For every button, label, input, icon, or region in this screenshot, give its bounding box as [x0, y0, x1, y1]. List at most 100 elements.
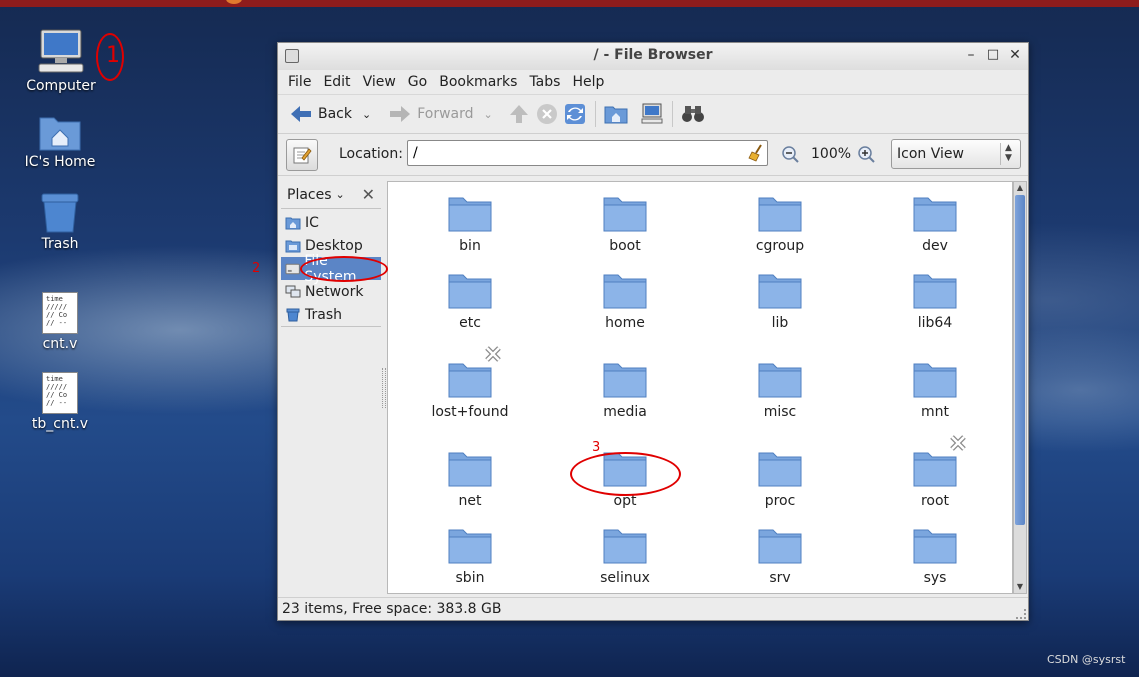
folder-srv[interactable]: srv: [725, 526, 835, 586]
forward-button[interactable]: Forward ⌄: [385, 99, 497, 129]
sidebar-item-label: Network: [305, 283, 364, 300]
folder-name: srv: [769, 570, 791, 586]
zoom-out-icon: [782, 146, 799, 163]
folder-bin[interactable]: bin: [415, 194, 525, 254]
folder-icon: [448, 529, 492, 564]
desktop-icon-tb-cnt-v[interactable]: time ///// // Co // -- tb_cnt.v: [10, 372, 110, 432]
vertical-scrollbar[interactable]: ▲ ▼: [1013, 181, 1027, 594]
chevron-down-icon[interactable]: ⌄: [484, 108, 493, 121]
folder-lost-found[interactable]: lost+found: [415, 360, 525, 420]
menu-view[interactable]: View: [357, 74, 402, 90]
view-mode-select[interactable]: Icon View ▲ ▼: [891, 139, 1021, 169]
folder-lib64[interactable]: lib64: [880, 271, 990, 331]
sidebar-item-network[interactable]: Network: [281, 280, 381, 303]
folder-icon: [603, 529, 647, 564]
scroll-down-icon[interactable]: ▼: [1014, 581, 1026, 593]
folder-icon: [603, 197, 647, 232]
desktop-icon-label: Computer: [26, 78, 96, 94]
desktop-folder-icon: [285, 240, 301, 252]
icon-view: bin boot cgroup dev etc home lib lib64 l…: [387, 181, 1013, 594]
menu-help[interactable]: Help: [566, 74, 610, 90]
scroll-up-icon[interactable]: ▲: [1014, 182, 1026, 194]
thumb-line: /////: [46, 383, 68, 391]
folder-media[interactable]: media: [570, 360, 680, 420]
title-bar[interactable]: / - File Browser – □ ✕: [278, 43, 1028, 70]
up-arrow-icon: [509, 105, 528, 123]
folder-name: dev: [922, 238, 948, 254]
view-mode-value: Icon View: [897, 146, 964, 162]
location-input[interactable]: [407, 140, 768, 166]
folder-root[interactable]: root: [880, 449, 990, 509]
menu-bookmarks[interactable]: Bookmarks: [433, 74, 523, 90]
home-button[interactable]: [602, 99, 630, 129]
close-sidebar-icon[interactable]: ✕: [362, 185, 375, 204]
maximize-button[interactable]: □: [984, 46, 1002, 64]
folder-icon: [913, 274, 957, 309]
folder-name: bin: [459, 238, 481, 254]
scrollbar-thumb[interactable]: [1015, 195, 1025, 525]
folder-cgroup[interactable]: cgroup: [725, 194, 835, 254]
places-header-label: Places: [287, 186, 332, 203]
stop-button[interactable]: [533, 99, 561, 129]
broom-icon: [748, 144, 762, 162]
folder-icon: [448, 274, 492, 309]
zoom-in-button[interactable]: [858, 146, 875, 167]
folder-icon: [448, 197, 492, 232]
sidebar-item-trash[interactable]: Trash: [281, 303, 381, 326]
places-header[interactable]: Places ⌄ ✕: [281, 181, 381, 209]
folder-selinux[interactable]: selinux: [570, 526, 680, 586]
computer-button[interactable]: [638, 99, 666, 129]
minimize-button[interactable]: –: [962, 46, 980, 64]
folder-misc[interactable]: misc: [725, 360, 835, 420]
folder-icon: [758, 529, 802, 564]
pane-resize-handle[interactable]: [382, 368, 386, 408]
folder-home[interactable]: home: [570, 271, 680, 331]
reload-button[interactable]: [561, 99, 589, 129]
thumb-line: // Co: [46, 391, 68, 399]
thumb-line: time: [46, 375, 63, 383]
toolbar-separator: [671, 101, 673, 127]
toolbar: Back ⌄ Forward ⌄: [278, 94, 1028, 134]
edit-location-icon: [293, 147, 312, 164]
menu-tabs[interactable]: Tabs: [523, 74, 566, 90]
desktop-icon-home[interactable]: IC's Home: [10, 112, 110, 170]
top-panel: [0, 0, 1139, 7]
desktop-icon-trash[interactable]: Trash: [10, 192, 110, 252]
resize-grip[interactable]: [1016, 609, 1026, 619]
folder-name: sys: [923, 570, 947, 586]
folder-sbin[interactable]: sbin: [415, 526, 525, 586]
location-toggle-button[interactable]: [286, 139, 318, 171]
sidebar-item-ic[interactable]: IC: [281, 211, 381, 234]
menu-go[interactable]: Go: [402, 74, 433, 90]
watermark: CSDN @sysrst: [1047, 653, 1126, 666]
thumb-line: /////: [46, 303, 68, 311]
folder-net[interactable]: net: [415, 449, 525, 509]
updown-arrows-icon: ▲ ▼: [1000, 143, 1016, 165]
chevron-down-icon[interactable]: ⌄: [362, 108, 371, 121]
folder-name: lib64: [917, 315, 953, 331]
search-button[interactable]: [679, 99, 707, 129]
drive-icon: [285, 263, 300, 274]
zoom-out-button[interactable]: [782, 146, 799, 167]
folder-lib[interactable]: lib: [725, 271, 835, 331]
back-button[interactable]: Back ⌄: [286, 99, 375, 129]
menu-bar: File Edit View Go Bookmarks Tabs Help: [278, 70, 1028, 94]
folder-etc[interactable]: etc: [415, 271, 525, 331]
desktop-icon-cnt-v[interactable]: time ///// // Co // -- cnt.v: [10, 292, 110, 352]
up-button[interactable]: [505, 99, 533, 129]
menu-file[interactable]: File: [282, 74, 317, 90]
folder-sys[interactable]: sys: [880, 526, 990, 586]
computer-icon: [641, 103, 663, 124]
folder-proc[interactable]: proc: [725, 449, 835, 509]
folder-icon: [448, 452, 492, 487]
location-bar: Location: 100% Icon View ▲▼: [278, 134, 1028, 176]
menu-edit[interactable]: Edit: [317, 74, 356, 90]
desktop-icon-label: tb_cnt.v: [31, 416, 89, 432]
clear-location-button[interactable]: [748, 144, 764, 162]
close-button[interactable]: ✕: [1006, 46, 1024, 64]
folder-name: media: [603, 404, 647, 420]
folder-dev[interactable]: dev: [880, 194, 990, 254]
folder-mnt[interactable]: mnt: [880, 360, 990, 420]
folder-boot[interactable]: boot: [570, 194, 680, 254]
folder-icon: [913, 197, 957, 232]
